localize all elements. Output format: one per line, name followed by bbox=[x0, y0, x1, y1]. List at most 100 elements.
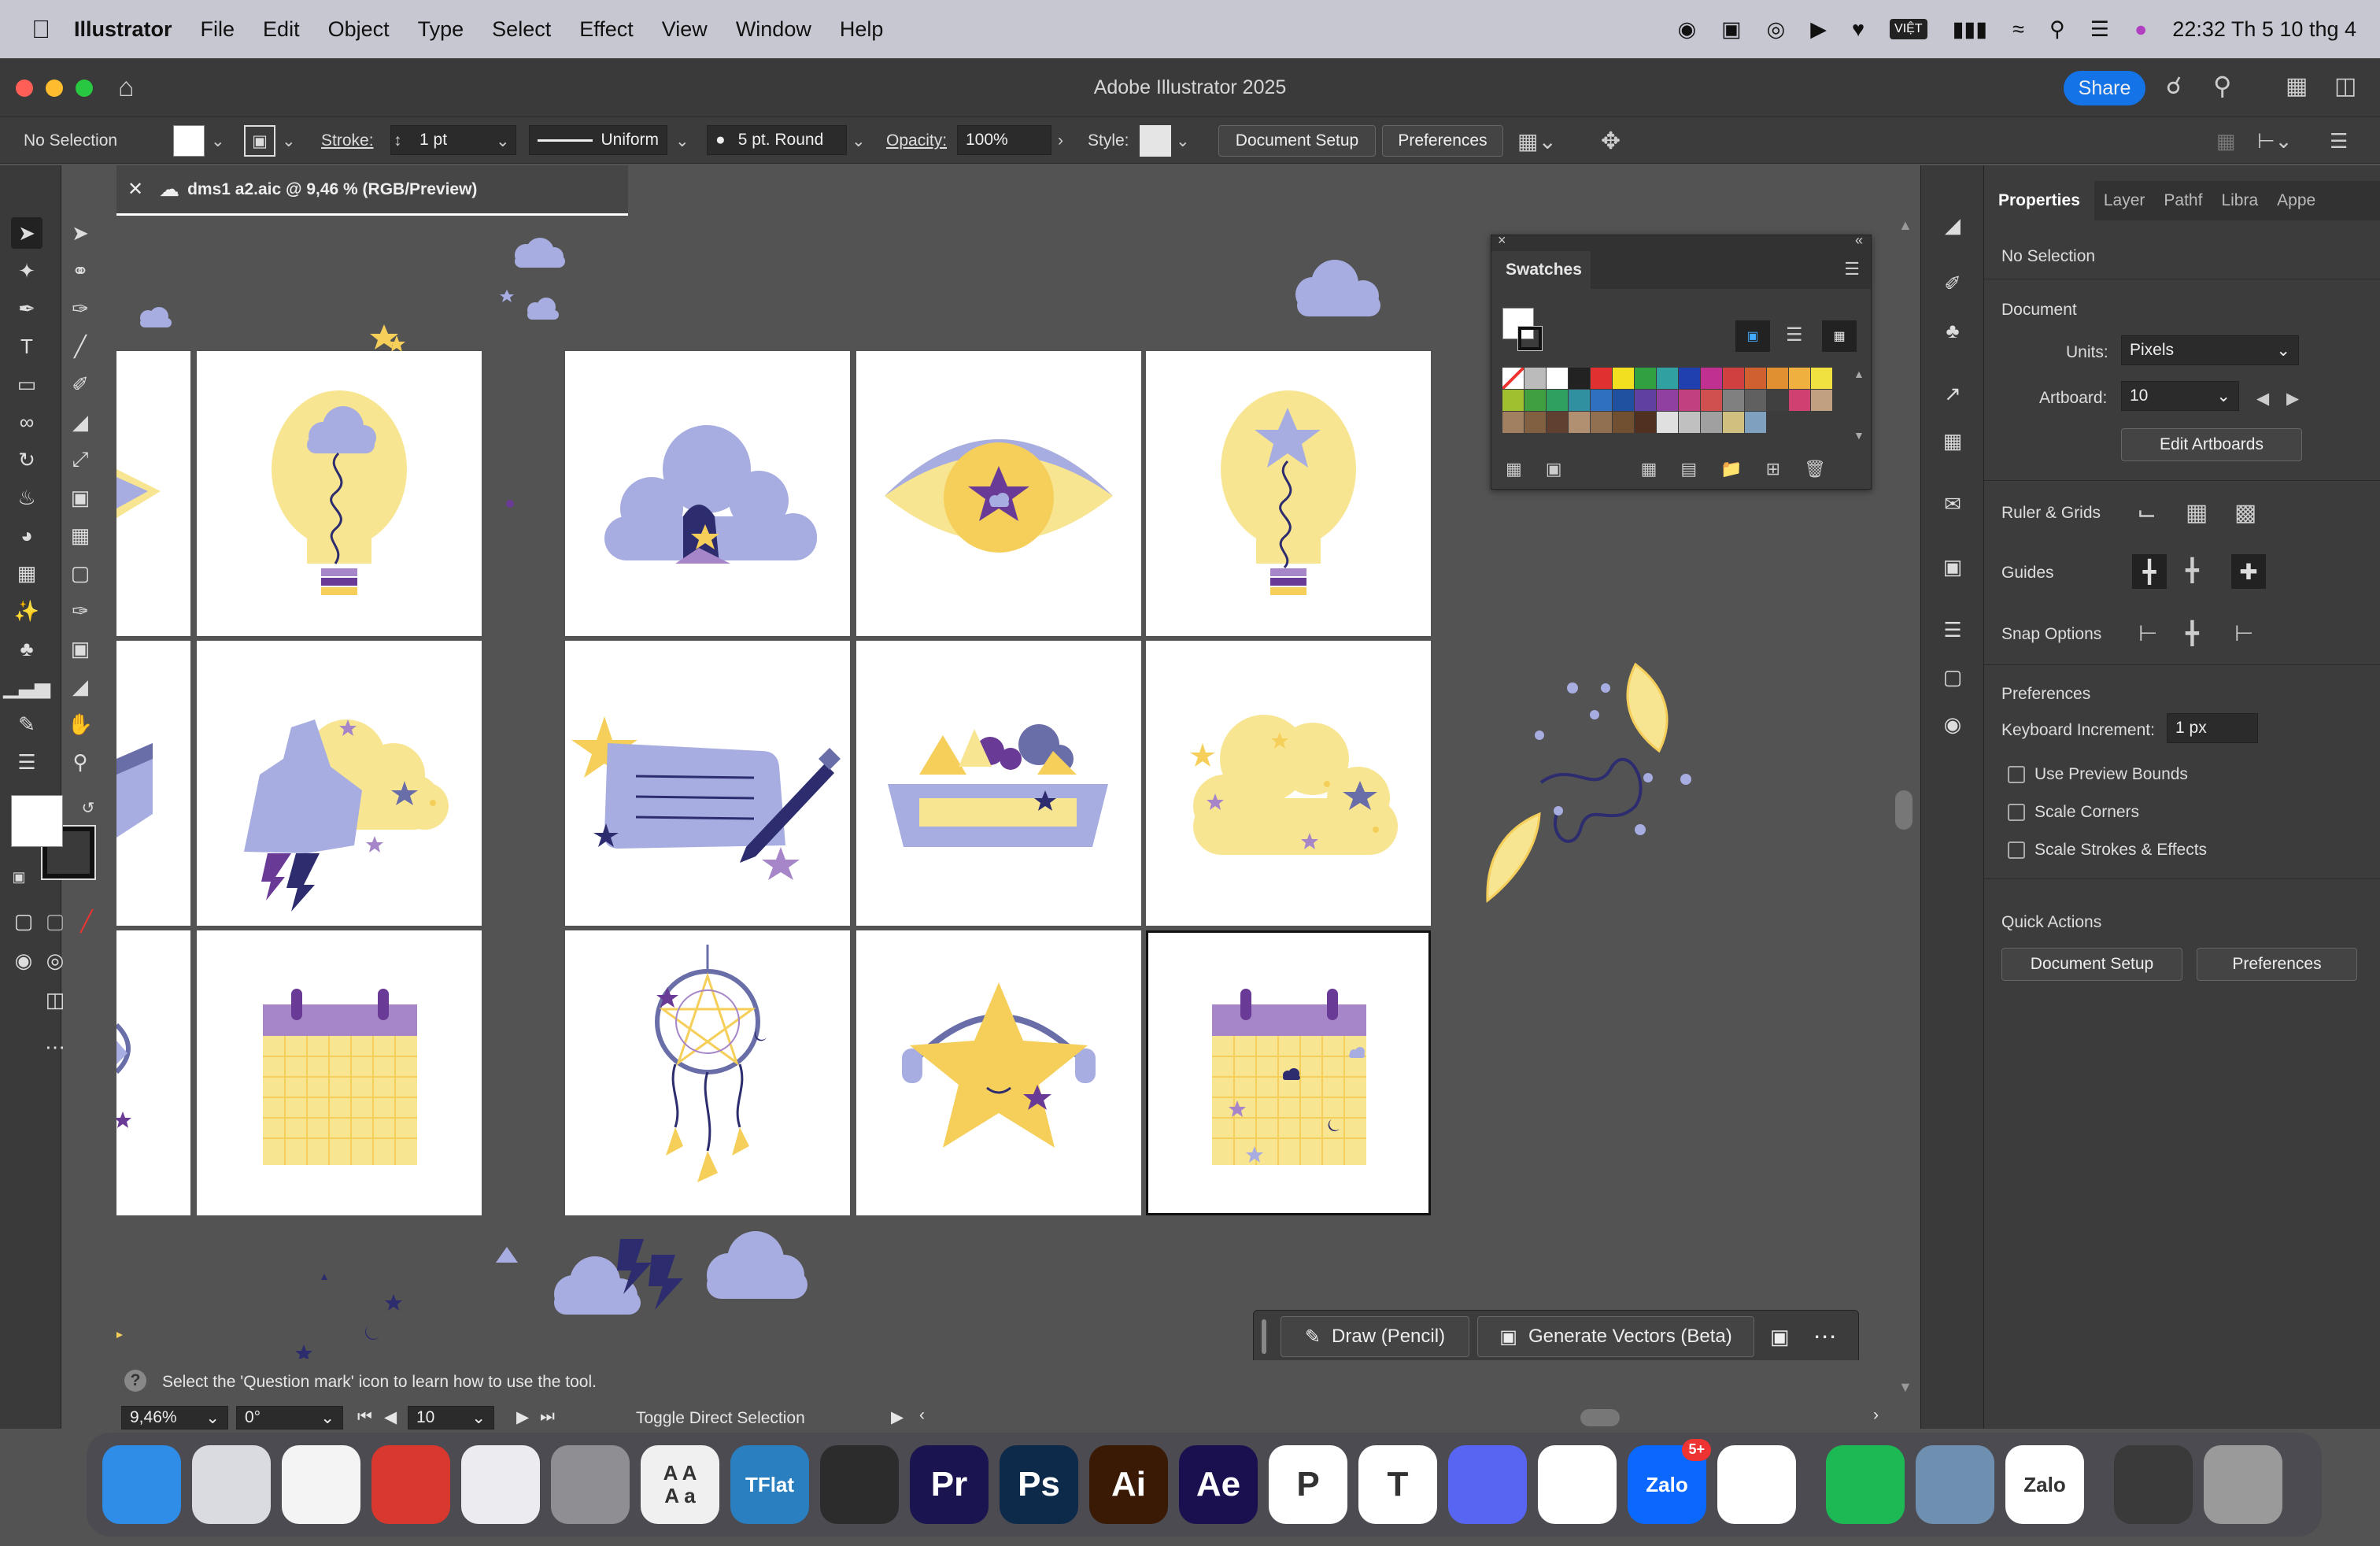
magic-wand-icon[interactable]: ✦ bbox=[11, 255, 42, 287]
search-icon[interactable]: ⚲ bbox=[2049, 17, 2065, 42]
menu-icon[interactable]: ☰ bbox=[2330, 125, 2348, 157]
opacity-field[interactable]: 100% bbox=[957, 125, 1051, 155]
align-icon[interactable]: ▦ bbox=[2216, 125, 2236, 157]
grid-icon[interactable]: ▦ bbox=[2186, 499, 2208, 527]
direct-selection-tool-icon[interactable]: ➤ bbox=[65, 217, 96, 249]
creative-cloud-icon[interactable]: ◉ bbox=[1678, 17, 1697, 42]
chevron-down-icon[interactable]: ⌄ bbox=[211, 125, 225, 157]
color-swatch[interactable] bbox=[1613, 368, 1634, 389]
dock-recent-window-icon[interactable] bbox=[2114, 1445, 2193, 1524]
tab-appearance[interactable]: Appe bbox=[2267, 191, 2325, 210]
color-swatch[interactable] bbox=[1657, 412, 1678, 433]
edit-artboards-button[interactable]: Edit Artboards bbox=[2121, 428, 2302, 461]
type-tool-icon[interactable]: T bbox=[11, 331, 42, 362]
style-swatch[interactable] bbox=[1140, 125, 1171, 157]
brush-definition[interactable]: ● 5 pt. Round bbox=[707, 125, 847, 155]
dock-photos-icon[interactable] bbox=[282, 1445, 360, 1524]
scale-corners-checkbox[interactable]: Scale Corners bbox=[2008, 803, 2139, 822]
menu-window[interactable]: Window bbox=[736, 17, 811, 42]
arrange-icon[interactable]: ▦⌄ bbox=[1517, 125, 1557, 157]
color-swatch[interactable] bbox=[1547, 390, 1568, 411]
color-swatch[interactable] bbox=[1789, 390, 1810, 411]
artboard-thunder-cloud[interactable] bbox=[197, 641, 482, 926]
screen-mode-icon[interactable]: ◫ bbox=[39, 984, 71, 1015]
line-tool-icon[interactable]: ╱ bbox=[65, 331, 96, 362]
control-center-icon[interactable]: ☰ bbox=[2090, 17, 2109, 42]
swatch-libraries-icon[interactable]: ▦ bbox=[1506, 459, 1522, 479]
drag-handle[interactable] bbox=[1262, 1319, 1266, 1354]
display-icon[interactable]: ▣ bbox=[1721, 17, 1742, 42]
snap-to-point-icon[interactable]: ⊢ bbox=[2138, 620, 2157, 646]
document-setup-button[interactable]: Document Setup bbox=[2001, 948, 2182, 981]
properties-icon[interactable]: ◢ bbox=[1937, 209, 1968, 241]
color-swatch[interactable] bbox=[1613, 412, 1634, 433]
color-swatch[interactable] bbox=[1657, 390, 1678, 411]
grid-view-icon[interactable]: ▦ bbox=[1822, 320, 1857, 352]
color-swatch[interactable] bbox=[1811, 368, 1832, 389]
tab-properties[interactable]: Properties bbox=[1984, 181, 2094, 220]
color-swatch[interactable] bbox=[1591, 412, 1612, 433]
scale-tool-icon[interactable]: ⤢ bbox=[65, 444, 96, 475]
draw-behind-icon[interactable]: ◎ bbox=[39, 945, 71, 976]
arrange-documents-icon[interactable]: ▦ bbox=[2286, 72, 2308, 100]
scroll-down-icon[interactable]: ▼ bbox=[1898, 1379, 1913, 1396]
vertical-scrollbar-thumb[interactable] bbox=[1895, 790, 1913, 830]
artboard-lightbulb-star[interactable] bbox=[1146, 351, 1431, 636]
menu-app-illustrator[interactable]: Illustrator bbox=[74, 17, 172, 42]
dock-zalo-2-icon[interactable]: Zalo bbox=[2005, 1445, 2084, 1524]
stroke-stepper-icon[interactable]: ↕ bbox=[394, 125, 402, 157]
transform-icon[interactable]: ▣ bbox=[1937, 551, 1968, 583]
color-swatch[interactable] bbox=[1679, 412, 1700, 433]
chevron-down-icon[interactable]: ⌄ bbox=[852, 125, 866, 157]
symbol-sprayer-icon[interactable]: ♣ bbox=[11, 633, 42, 664]
chevron-right-icon[interactable]: › bbox=[1058, 125, 1063, 157]
dock-system-settings-icon[interactable] bbox=[551, 1445, 630, 1524]
comments-icon[interactable]: ✉ bbox=[1937, 488, 1968, 520]
minimize-window-button[interactable] bbox=[46, 80, 63, 97]
paintbrush-icon[interactable]: ✐ bbox=[65, 368, 96, 400]
blend-tool-icon[interactable]: ✑ bbox=[65, 595, 96, 627]
settings-image-icon[interactable]: ▣ bbox=[1770, 1325, 1790, 1349]
dock-chrome-icon[interactable] bbox=[1717, 1445, 1796, 1524]
more-options-icon[interactable]: ⋯ bbox=[1813, 1323, 1837, 1351]
play-icon[interactable]: ▶ bbox=[1810, 17, 1827, 42]
menu-object[interactable]: Object bbox=[328, 17, 390, 42]
hand-tool-icon[interactable]: ✋ bbox=[65, 708, 96, 740]
color-swatch[interactable] bbox=[1723, 412, 1744, 433]
color-swatch[interactable] bbox=[1723, 390, 1744, 411]
color-swatch[interactable] bbox=[1635, 412, 1656, 433]
panel-menu-icon[interactable]: ☰ bbox=[1844, 259, 1860, 279]
artboard-partial-1[interactable] bbox=[116, 351, 190, 636]
color-mode-icon[interactable]: ▢ bbox=[8, 905, 39, 937]
show-swatch-kinds-icon[interactable]: ▣ bbox=[1735, 320, 1770, 352]
more-tools-icon[interactable]: ⋯ bbox=[39, 1031, 71, 1063]
color-swatch[interactable] bbox=[1767, 390, 1788, 411]
stroke-panel-icon[interactable]: ☰ bbox=[1937, 614, 1968, 645]
color-swatch[interactable] bbox=[1701, 368, 1722, 389]
artboard-star-cloud[interactable] bbox=[1146, 641, 1431, 926]
chevron-down-icon[interactable]: ⌄ bbox=[675, 125, 689, 157]
color-swatch[interactable] bbox=[1547, 368, 1568, 389]
show-guides-icon[interactable]: ╋ bbox=[2132, 554, 2167, 589]
chevron-down-icon[interactable]: ⌄ bbox=[496, 125, 510, 157]
siri-color-icon[interactable]: ● bbox=[2134, 17, 2147, 42]
list-view-icon[interactable]: ☰ bbox=[1786, 324, 1803, 346]
artboard-calendar[interactable] bbox=[197, 930, 482, 1215]
artboard-note-pencil[interactable] bbox=[565, 641, 850, 926]
dock-after-effects-icon[interactable]: Ae bbox=[1179, 1445, 1258, 1524]
preferences-button[interactable]: Preferences bbox=[1382, 125, 1503, 157]
menu-select[interactable]: Select bbox=[492, 17, 551, 42]
dock-font-book-icon[interactable]: A A A a bbox=[641, 1445, 719, 1524]
artboard-dreamcatcher[interactable] bbox=[565, 930, 850, 1215]
color-swatch[interactable] bbox=[1547, 412, 1568, 433]
swatches-tab[interactable]: Swatches bbox=[1491, 251, 1591, 289]
color-swatch[interactable] bbox=[1635, 368, 1656, 389]
status-menu-icon[interactable]: ▶ bbox=[891, 1407, 904, 1427]
new-swatch-icon[interactable]: ⊞ bbox=[1766, 459, 1780, 479]
show-kinds-icon[interactable]: ▦ bbox=[1641, 459, 1658, 479]
dock-trash-icon[interactable] bbox=[2204, 1445, 2282, 1524]
default-colors-icon[interactable]: ▣ bbox=[3, 861, 35, 893]
free-transform-icon[interactable]: ▣ bbox=[65, 482, 96, 513]
color-swatch[interactable] bbox=[1701, 390, 1722, 411]
color-swatch[interactable] bbox=[1701, 412, 1722, 433]
